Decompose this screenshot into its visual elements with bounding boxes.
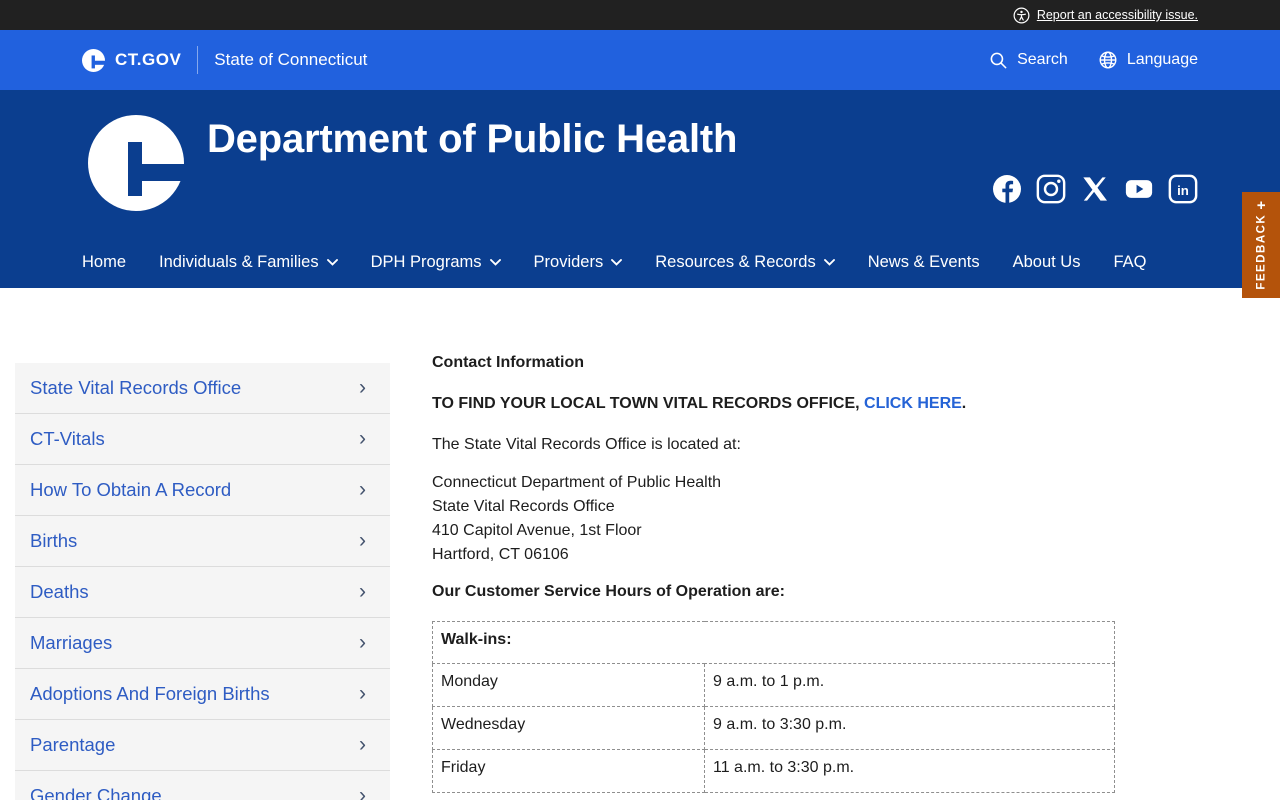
x-twitter-icon[interactable] [1080, 174, 1110, 204]
chevron-down-icon [823, 259, 835, 266]
chevron-right-icon: › [359, 427, 366, 450]
globe-icon [1099, 51, 1117, 69]
social-links: in [992, 167, 1198, 211]
table-row: Monday 9 a.m. to 1 p.m. [432, 663, 1115, 707]
ctgov-home-link[interactable]: CT.GOV [82, 48, 182, 72]
time-cell: 9 a.m. to 1 p.m. [704, 663, 1115, 707]
facebook-icon[interactable] [992, 174, 1022, 204]
sidebar-item-ct-vitals[interactable]: CT-Vitals › [15, 413, 390, 464]
accessibility-issue-label: Report an accessibility issue. [1036, 8, 1198, 22]
day-cell: Friday [432, 749, 705, 793]
chevron-down-icon [489, 259, 501, 266]
address-line: State Vital Records Office [432, 498, 615, 515]
time-cell: 9 a.m. to 3:30 p.m. [704, 706, 1115, 750]
chevron-right-icon: › [359, 529, 366, 552]
nav-item-individuals-families[interactable]: Individuals & Families [159, 253, 338, 272]
language-button[interactable]: Language [1098, 50, 1198, 70]
nav-item-about-us[interactable]: About Us [1013, 253, 1081, 272]
chevron-down-icon [611, 259, 623, 266]
site-name-label: State of Connecticut [214, 50, 368, 69]
sidebar-item-state-vital-records-office[interactable]: State Vital Records Office › [15, 363, 390, 413]
dph-logo [88, 115, 184, 211]
nav-item-faq[interactable]: FAQ [1113, 253, 1146, 272]
search-icon [990, 52, 1007, 68]
svg-text:in: in [1177, 183, 1189, 198]
click-here-link[interactable]: CLICK HERE [864, 395, 962, 412]
address-line: Hartford, CT 06106 [432, 546, 569, 563]
feedback-plus-icon: + [1252, 200, 1270, 210]
feedback-tab[interactable]: FEEDBACK + [1242, 192, 1280, 298]
chevron-right-icon: › [359, 376, 366, 399]
site-header: Department of Public Health in Home Indi… [0, 90, 1280, 288]
main-content: Contact Information TO FIND YOUR LOCAL T… [432, 354, 1115, 793]
sidebar-item-gender-change[interactable]: Gender Change › [15, 770, 390, 800]
chevron-right-icon: › [359, 784, 366, 800]
table-row: Friday 11 a.m. to 3:30 p.m. [432, 749, 1115, 793]
chevron-right-icon: › [359, 631, 366, 654]
brand-divider [197, 46, 199, 74]
primary-nav: Home Individuals & Families DPH Programs… [82, 253, 1198, 272]
ctgov-logo-icon [82, 48, 105, 72]
sidebar-item-adoptions-foreign-births[interactable]: Adoptions And Foreign Births › [15, 668, 390, 719]
sidebar-item-marriages[interactable]: Marriages › [15, 617, 390, 668]
chevron-right-icon: › [359, 478, 366, 501]
nav-item-home[interactable]: Home [82, 253, 126, 272]
address-block: Connecticut Department of Public Health … [432, 471, 1115, 567]
day-cell: Wednesday [432, 706, 705, 750]
nav-item-news-events[interactable]: News & Events [868, 253, 980, 272]
sidebar-item-parentage[interactable]: Parentage › [15, 719, 390, 770]
walk-ins-header-cell: Walk-ins: [432, 621, 1115, 664]
sidebar-item-deaths[interactable]: Deaths › [15, 566, 390, 617]
chevron-down-icon [326, 259, 338, 266]
chevron-right-icon: › [359, 580, 366, 603]
chevron-right-icon: › [359, 682, 366, 705]
find-office-line: TO FIND YOUR LOCAL TOWN VITAL RECORDS OF… [432, 395, 967, 412]
utility-bar: CT.GOV State of Connecticut Search Langu… [0, 30, 1280, 90]
accessibility-issue-link[interactable]: Report an accessibility issue. [1013, 7, 1198, 24]
address-line: Connecticut Department of Public Health [432, 474, 722, 491]
linkedin-icon[interactable]: in [1168, 174, 1198, 204]
nav-item-dph-programs[interactable]: DPH Programs [371, 253, 501, 272]
hours-heading: Our Customer Service Hours of Operation … [432, 583, 785, 600]
chevron-right-icon: › [359, 733, 366, 756]
youtube-icon[interactable] [1124, 174, 1154, 204]
ctgov-brand-label: CT.GOV [115, 50, 182, 69]
accessibility-bar: Report an accessibility issue. [0, 0, 1280, 30]
day-cell: Monday [432, 663, 705, 707]
search-button[interactable]: Search [989, 51, 1068, 70]
page-content: State Vital Records Office › CT-Vitals › H… [0, 288, 1280, 800]
table-row: Wednesday 9 a.m. to 3:30 p.m. [432, 706, 1115, 750]
sidebar-item-births[interactable]: Births › [15, 515, 390, 566]
nav-item-resources-records[interactable]: Resources & Records [655, 253, 835, 272]
hours-table: Walk-ins: Monday 9 a.m. to 1 p.m. Wednes… [432, 621, 1115, 793]
search-label: Search [1017, 51, 1068, 68]
instagram-icon[interactable] [1036, 174, 1066, 204]
time-cell: 11 a.m. to 3:30 p.m. [704, 749, 1115, 793]
sidebar-item-how-to-obtain-a-record[interactable]: How To Obtain A Record › [15, 464, 390, 515]
located-at-line: The State Vital Records Office is locate… [432, 436, 741, 453]
accessibility-icon [1013, 7, 1030, 23]
sidebar-nav: State Vital Records Office › CT-Vitals › H… [15, 363, 390, 800]
contact-information-heading: Contact Information [432, 354, 584, 371]
address-line: 410 Capitol Avenue, 1st Floor [432, 522, 642, 539]
agency-title[interactable]: Department of Public Health [207, 110, 737, 211]
feedback-label: FEEDBACK [1255, 213, 1267, 290]
language-label: Language [1126, 51, 1198, 68]
nav-item-providers[interactable]: Providers [534, 253, 623, 272]
table-header-row: Walk-ins: [432, 621, 1115, 664]
